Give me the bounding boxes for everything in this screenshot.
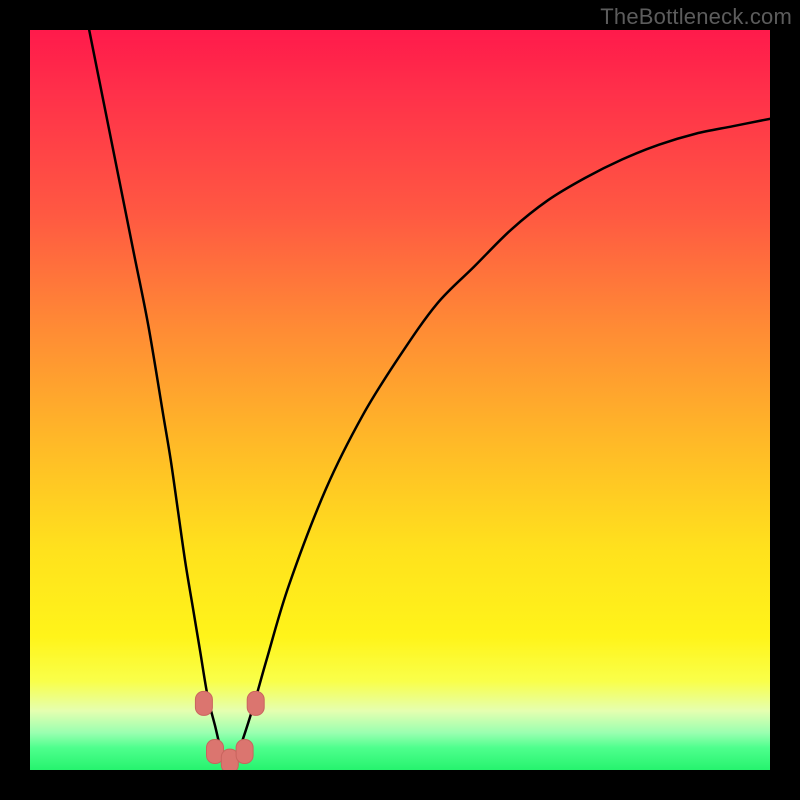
curve-left-curve <box>89 30 230 770</box>
watermark-text: TheBottleneck.com <box>600 4 792 30</box>
marker-0 <box>195 691 212 715</box>
plot-area <box>30 30 770 770</box>
curve-right-curve <box>230 119 770 770</box>
chart-frame: TheBottleneck.com <box>0 0 800 800</box>
curve-layer <box>30 30 770 770</box>
marker-4 <box>247 691 264 715</box>
marker-3 <box>236 740 253 764</box>
